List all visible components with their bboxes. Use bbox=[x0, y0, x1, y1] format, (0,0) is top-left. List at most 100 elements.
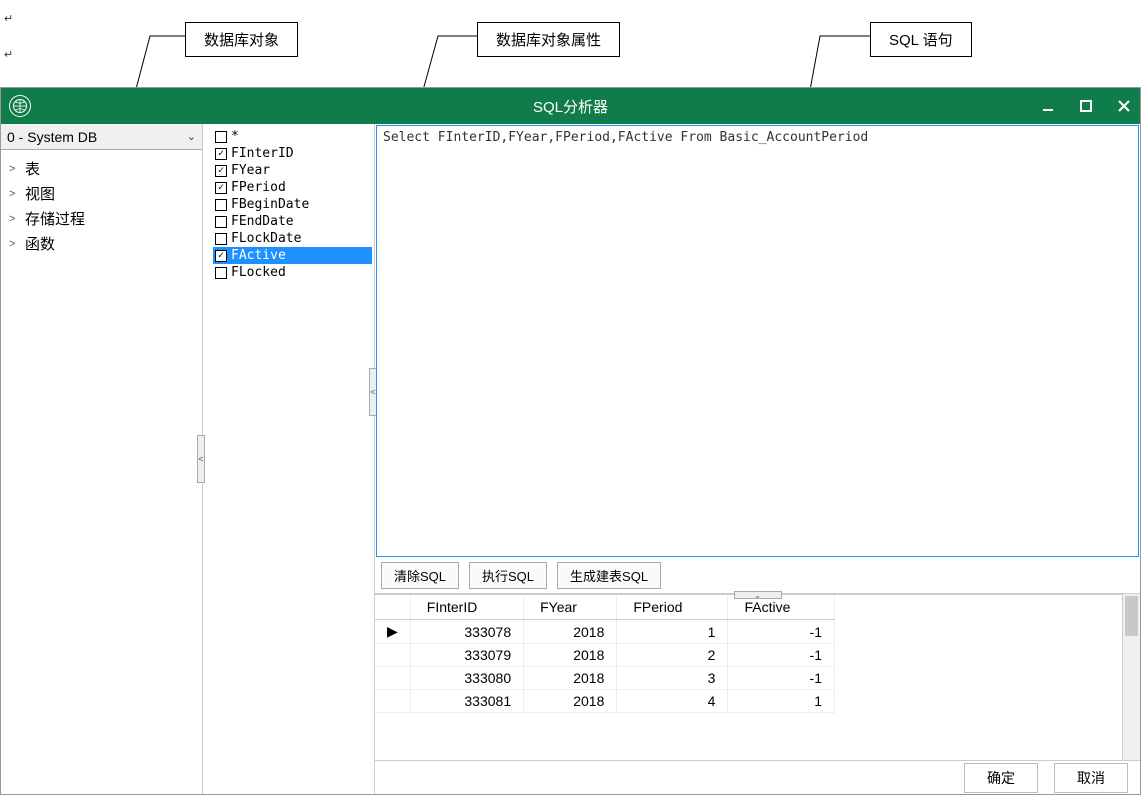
clear-sql-button[interactable]: 清除SQL bbox=[381, 562, 459, 589]
field-row[interactable]: FLockDate bbox=[213, 230, 372, 247]
cell: 2 bbox=[617, 644, 728, 667]
titlebar: SQL分析器 bbox=[1, 88, 1140, 124]
callout-sql-statement: SQL 语句 bbox=[870, 22, 972, 57]
checkbox[interactable]: ✓ bbox=[215, 250, 227, 262]
result-grid[interactable]: FInterIDFYearFPeriodFActive▶33307820181-… bbox=[375, 594, 1122, 760]
field-label: FLockDate bbox=[231, 230, 301, 247]
splitter-handle-icon[interactable]: ⌄ bbox=[734, 591, 782, 599]
field-label: * bbox=[231, 128, 239, 145]
table-row[interactable]: 333081201841 bbox=[375, 690, 835, 713]
field-label: FPeriod bbox=[231, 179, 286, 196]
scrollbar[interactable] bbox=[1122, 594, 1140, 760]
cell: -1 bbox=[728, 667, 835, 690]
page-marker-icon: ↵ bbox=[4, 48, 13, 61]
field-label: FEndDate bbox=[231, 213, 294, 230]
table-row[interactable]: ▶33307820181-1 bbox=[375, 620, 835, 644]
chevron-right-icon: > bbox=[9, 238, 19, 250]
checkbox[interactable]: ✓ bbox=[215, 182, 227, 194]
row-indicator: ▶ bbox=[375, 620, 410, 644]
cell: 333081 bbox=[410, 690, 523, 713]
table-row[interactable]: 33307920182-1 bbox=[375, 644, 835, 667]
chevron-right-icon: > bbox=[9, 163, 19, 175]
field-row[interactable]: FEndDate bbox=[213, 213, 372, 230]
checkbox[interactable] bbox=[215, 267, 227, 279]
chevron-right-icon: > bbox=[9, 188, 19, 200]
column-header[interactable]: FInterID bbox=[410, 595, 523, 620]
field-list: * ✓ FInterID ✓ FYear ✓ FPeriodFBeginDateFEndDa… bbox=[203, 124, 374, 285]
left-pane: 0 - System DB ⌄ >表>视图>存储过程>函数 bbox=[1, 124, 203, 794]
splitter-handle-icon[interactable]: < bbox=[197, 435, 205, 483]
minimize-button[interactable] bbox=[1038, 96, 1058, 116]
cell: 1 bbox=[617, 620, 728, 644]
tree-item-label: 视图 bbox=[25, 183, 55, 204]
checkbox[interactable] bbox=[215, 199, 227, 211]
field-row[interactable]: * bbox=[213, 128, 372, 145]
build-create-sql-button[interactable]: 生成建表SQL bbox=[557, 562, 661, 589]
row-indicator-header bbox=[375, 595, 410, 620]
database-select-value: 0 - System DB bbox=[7, 129, 97, 145]
cell: -1 bbox=[728, 620, 835, 644]
checkbox[interactable] bbox=[215, 131, 227, 143]
sql-editor[interactable]: Select FInterID,FYear,FPeriod,FActive Fr… bbox=[376, 125, 1139, 557]
cell: 333080 bbox=[410, 667, 523, 690]
cell: 2018 bbox=[524, 690, 617, 713]
page-marker-icon: ↵ bbox=[4, 12, 13, 25]
field-row[interactable]: ✓ FPeriod bbox=[213, 179, 372, 196]
cell: 333079 bbox=[410, 644, 523, 667]
scrollbar-thumb[interactable] bbox=[1125, 596, 1138, 636]
field-row[interactable]: ✓ FActive bbox=[213, 247, 372, 264]
callout-db-object-attr: 数据库对象属性 bbox=[477, 22, 620, 57]
callout-db-object: 数据库对象 bbox=[185, 22, 298, 57]
cell: 2018 bbox=[524, 667, 617, 690]
row-indicator bbox=[375, 690, 410, 713]
tree-item[interactable]: >表 bbox=[5, 156, 198, 181]
cell: 1 bbox=[728, 690, 835, 713]
cell: -1 bbox=[728, 644, 835, 667]
column-header[interactable]: FYear bbox=[524, 595, 617, 620]
cell: 2018 bbox=[524, 644, 617, 667]
field-row[interactable]: ✓ FInterID bbox=[213, 145, 372, 162]
field-label: FInterID bbox=[231, 145, 294, 162]
tree-item[interactable]: > 视图 bbox=[5, 181, 198, 206]
chevron-right-icon: > bbox=[9, 213, 19, 225]
tree-item-label: 表 bbox=[25, 158, 40, 179]
cell: 333078 bbox=[410, 620, 523, 644]
cell: 3 bbox=[617, 667, 728, 690]
app-window: SQL分析器 0 - System DB ⌄ >表>视图>存储过程>函数 < bbox=[0, 87, 1141, 795]
field-label: FActive bbox=[231, 247, 286, 264]
checkbox[interactable]: ✓ bbox=[215, 148, 227, 160]
cell: 4 bbox=[617, 690, 728, 713]
action-bar: 清除SQL 执行SQL 生成建表SQL ⌄ bbox=[375, 558, 1140, 594]
field-label: FLocked bbox=[231, 264, 286, 281]
row-indicator bbox=[375, 644, 410, 667]
field-label: FBeginDate bbox=[231, 196, 309, 213]
footer: 确定 取消 bbox=[375, 760, 1140, 794]
window-title: SQL分析器 bbox=[533, 96, 608, 117]
cell: 2018 bbox=[524, 620, 617, 644]
row-indicator bbox=[375, 667, 410, 690]
field-row[interactable]: FLocked bbox=[213, 264, 372, 281]
checkbox[interactable]: ✓ bbox=[215, 165, 227, 177]
object-tree: >表>视图>存储过程>函数 bbox=[1, 150, 202, 262]
checkbox[interactable] bbox=[215, 233, 227, 245]
maximize-button[interactable] bbox=[1076, 96, 1096, 116]
field-label: FYear bbox=[231, 162, 270, 179]
tree-item[interactable]: > 存储过程 bbox=[5, 206, 198, 231]
chevron-down-icon: ⌄ bbox=[187, 130, 196, 143]
field-pane: < *✓FInterID✓FYear✓FPeriodFBeginDateFEnd… bbox=[203, 124, 375, 794]
tree-item-label: 函数 bbox=[25, 233, 55, 254]
database-select[interactable]: 0 - System DB ⌄ bbox=[1, 124, 202, 150]
run-sql-button[interactable]: 执行SQL bbox=[469, 562, 547, 589]
cancel-button[interactable]: 取消 bbox=[1054, 763, 1128, 793]
right-pane: < Select FInterID,FYear,FPeriod,FActive … bbox=[375, 124, 1140, 794]
app-globe-icon bbox=[9, 95, 31, 117]
tree-item[interactable]: > 函数 bbox=[5, 231, 198, 256]
checkbox[interactable] bbox=[215, 216, 227, 228]
tree-item-label: 存储过程 bbox=[25, 208, 85, 229]
column-header[interactable]: FPeriod bbox=[617, 595, 728, 620]
ok-button[interactable]: 确定 bbox=[964, 763, 1038, 793]
field-row[interactable]: FBeginDate bbox=[213, 196, 372, 213]
close-button[interactable] bbox=[1114, 96, 1134, 116]
table-row[interactable]: 33308020183-1 bbox=[375, 667, 835, 690]
field-row[interactable]: ✓ FYear bbox=[213, 162, 372, 179]
